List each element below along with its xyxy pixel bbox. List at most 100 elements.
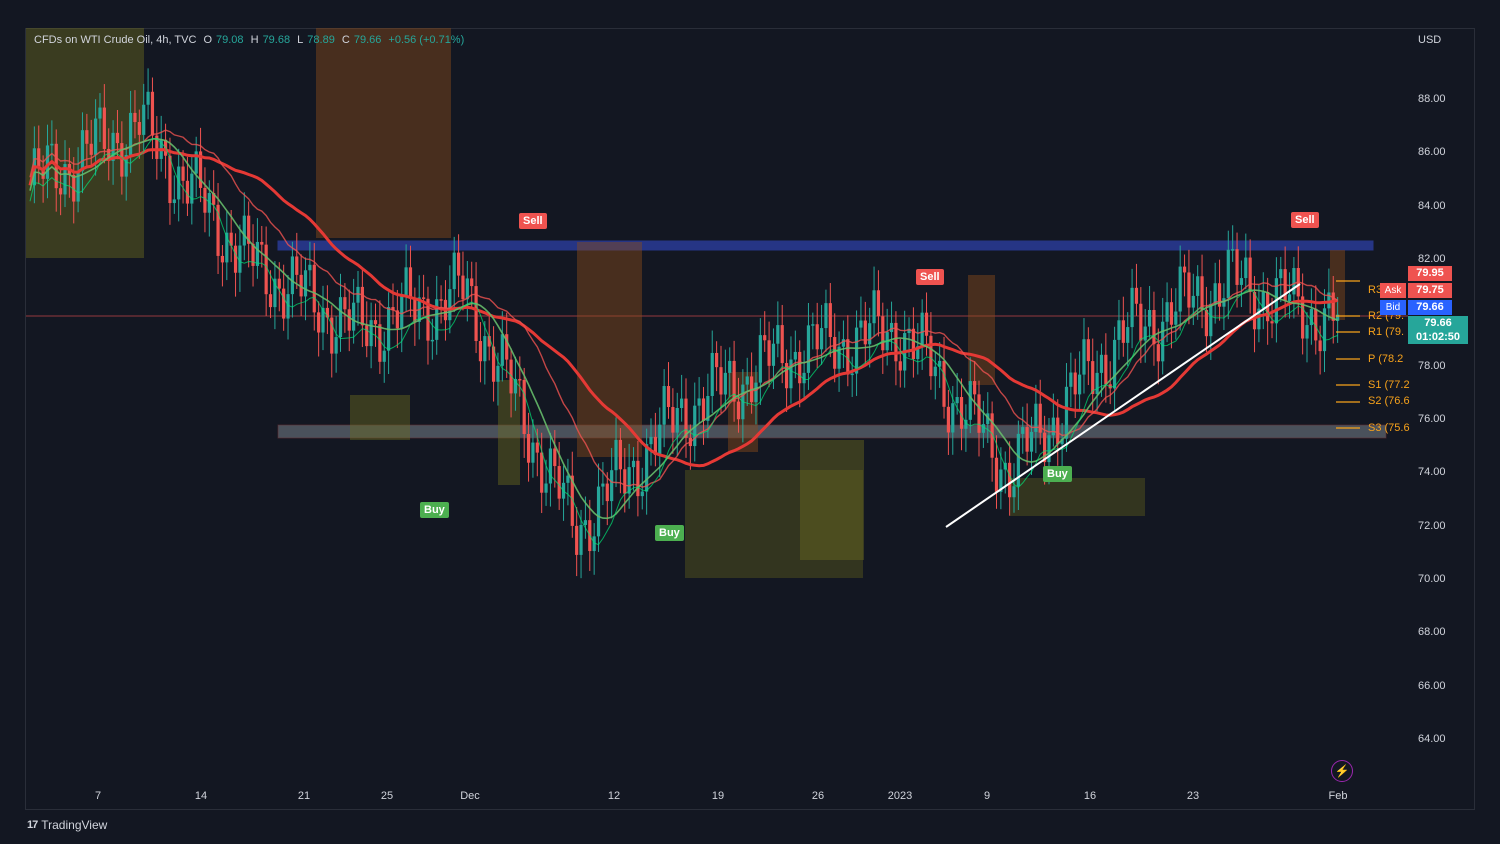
candle-body	[1051, 417, 1055, 436]
candle-body	[365, 325, 369, 347]
candle-body	[89, 143, 93, 155]
candle-body	[1239, 278, 1244, 285]
candle-body	[1248, 257, 1252, 292]
candle-body	[1086, 339, 1090, 362]
candle-body	[1301, 296, 1305, 339]
candle-body	[793, 351, 797, 360]
high-label: H	[250, 34, 259, 46]
candle-body	[684, 398, 688, 438]
candle-body	[150, 91, 155, 136]
candle-body	[1226, 249, 1230, 299]
brand-name: TradingView	[41, 818, 108, 832]
candle-body	[242, 215, 246, 246]
open-label: O	[203, 34, 213, 46]
candle-body	[868, 323, 872, 345]
candle-body	[172, 199, 176, 204]
candle-body	[343, 297, 347, 310]
candle-body	[601, 483, 605, 487]
candle-body	[290, 256, 294, 295]
candle-body	[496, 365, 500, 382]
last-price-badge: 79.66 01:02:50	[1408, 316, 1468, 344]
candle-body	[1130, 287, 1134, 328]
candle-body	[1156, 344, 1160, 362]
candle-body	[233, 245, 238, 273]
candle-body	[754, 382, 758, 403]
candle-body	[789, 359, 793, 389]
time-tick-label: 16	[1083, 790, 1097, 802]
candle-body	[854, 327, 859, 374]
tv-logo-icon: 17	[27, 819, 38, 831]
time-tick-label: 12	[607, 790, 621, 802]
candle-body	[859, 320, 863, 328]
candle-body	[819, 328, 824, 350]
candle-body	[1126, 327, 1130, 343]
price-tick-label: 68.00	[1418, 626, 1446, 639]
candle-body	[553, 448, 557, 467]
candle-body	[435, 299, 439, 340]
candle-body	[120, 143, 124, 177]
candle-body	[80, 130, 85, 172]
candle-body	[37, 148, 41, 168]
candle-body	[955, 397, 959, 404]
tradingview-logo[interactable]: 17 TradingView	[27, 818, 107, 832]
candle-body	[623, 469, 627, 494]
resistance-zone	[277, 240, 1374, 251]
candle-body	[723, 372, 727, 395]
candle-body	[133, 112, 137, 123]
lightning-icon[interactable]: ⚡	[1331, 760, 1353, 782]
candle-body	[1078, 374, 1082, 395]
price-chart-svg[interactable]	[0, 0, 1500, 844]
candle-body	[618, 439, 622, 470]
candle-body	[338, 297, 343, 338]
candle-body	[94, 118, 98, 155]
candle-body	[1112, 339, 1117, 389]
candle-body	[841, 339, 846, 347]
candle-body	[951, 403, 955, 433]
candle-body	[1182, 266, 1187, 273]
candle-body	[596, 486, 601, 537]
candle-body	[255, 241, 260, 266]
candle-body	[671, 407, 675, 433]
sell-signal-tag: Sell	[519, 213, 547, 229]
candle-body	[439, 299, 443, 301]
candle-body	[806, 325, 811, 373]
ask-label: Ask	[1380, 283, 1406, 298]
candle-body	[360, 286, 364, 326]
candle-body	[579, 524, 583, 555]
candle-body	[1139, 303, 1143, 341]
candle-body	[640, 491, 644, 497]
candle-body	[771, 343, 776, 366]
symbol-legend: CFDs on WTI Crude Oil, 4h, TVC O 79.08 H7…	[34, 34, 468, 46]
time-tick-label: Feb	[1328, 790, 1348, 802]
candle-body	[1073, 372, 1077, 395]
candle-body	[614, 439, 618, 471]
candle-body	[456, 252, 461, 276]
bid-label: Bid	[1380, 300, 1406, 315]
candle-body	[1121, 320, 1125, 343]
candle-body	[312, 264, 316, 313]
candle-body	[518, 378, 522, 381]
candle-body	[1191, 295, 1195, 308]
candle-body	[780, 325, 784, 364]
symbol-name[interactable]: CFDs on WTI Crude Oil, 4h, TVC	[34, 34, 196, 46]
candle-body	[1025, 427, 1029, 452]
candle-body	[1196, 276, 1200, 296]
candle-body	[649, 436, 653, 445]
signal-zone	[498, 380, 520, 485]
time-tick-label: 7	[94, 790, 102, 802]
signal-zone	[26, 28, 144, 258]
time-tick-label: 14	[194, 790, 208, 802]
time-tick-label: 9	[983, 790, 991, 802]
buy-signal-tag: Buy	[420, 502, 449, 518]
candle-body	[356, 286, 360, 303]
candle-body	[1082, 339, 1086, 375]
candle-body	[544, 483, 548, 493]
candle-body	[1143, 326, 1147, 341]
pivot-r1-label: R1 (79.	[1368, 326, 1405, 338]
currency-label[interactable]: USD	[1418, 34, 1441, 46]
candle-body	[522, 379, 526, 434]
candle-body	[815, 324, 819, 350]
price-tick-label: 86.00	[1418, 146, 1446, 159]
candle-body	[680, 398, 684, 409]
candle-body	[872, 290, 876, 324]
